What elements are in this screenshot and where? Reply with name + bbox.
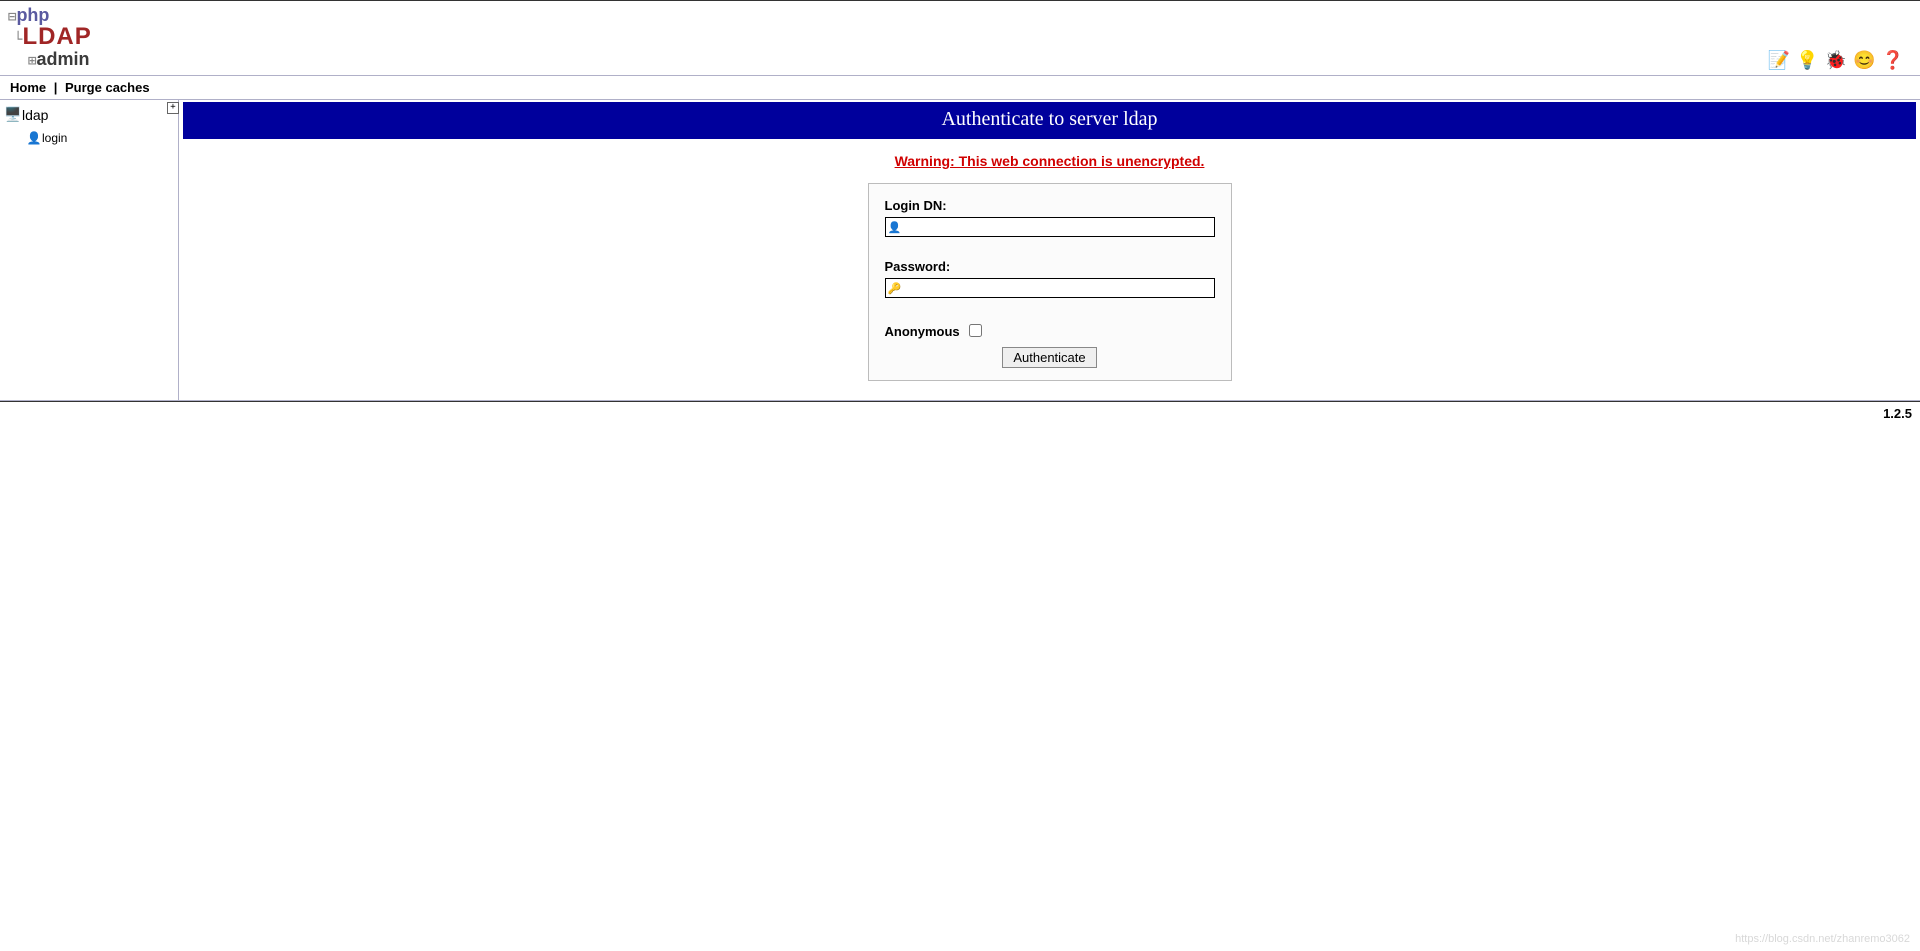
authenticate-button[interactable]: Authenticate [1002,347,1096,368]
key-icon: 🔑 [886,282,902,295]
watermark: https://blog.csdn.net/zhanremo3062 [1735,933,1910,945]
login-dn-label: Login DN: [885,198,1215,213]
lightbulb-icon[interactable]: 💡 [1796,51,1818,69]
help-request-icon[interactable]: 📝 [1768,51,1790,69]
version-label: 1.2.5 [0,402,1920,421]
login-dn-input[interactable] [902,219,1214,235]
expand-sidebar-icon[interactable]: + [167,102,179,114]
person-icon: 👤 [26,131,42,145]
server-tree-node[interactable]: 🖥️ ldap [4,106,174,123]
sidebar-login-label[interactable]: login [42,131,67,145]
server-name: ldap [22,107,48,123]
user-icon: 👤 [886,221,902,234]
anonymous-checkbox[interactable] [969,324,982,337]
nav-purge-caches[interactable]: Purge caches [65,80,150,95]
app-logo: ⊟php └LDAP ⊞admin [8,5,92,69]
login-form: Login DN: 👤 Password: 🔑 Anonymous [868,183,1232,381]
warning-banner: Warning: This web connection is unencryp… [183,153,1916,169]
nav-separator: | [54,80,58,95]
password-label: Password: [885,259,1215,274]
sidebar: + 🖥️ ldap 👤 login [0,100,179,400]
sidebar-login-link[interactable]: 👤 login [26,131,174,145]
password-input[interactable] [902,280,1214,296]
server-icon: 🖥️ [4,106,22,123]
anonymous-label: Anonymous [885,324,960,339]
bug-icon[interactable]: 🐞 [1825,51,1847,69]
page-title: Authenticate to server ldap [183,102,1916,139]
smiley-icon[interactable]: 😊 [1853,51,1875,69]
main-content: Authenticate to server ldap Warning: Thi… [179,100,1920,400]
nav-bar: Home | Purge caches [0,76,1920,100]
nav-home[interactable]: Home [10,80,46,95]
help-icon[interactable]: ❓ [1882,51,1904,69]
warning-text: Warning: This web connection is unencryp… [895,153,1205,169]
